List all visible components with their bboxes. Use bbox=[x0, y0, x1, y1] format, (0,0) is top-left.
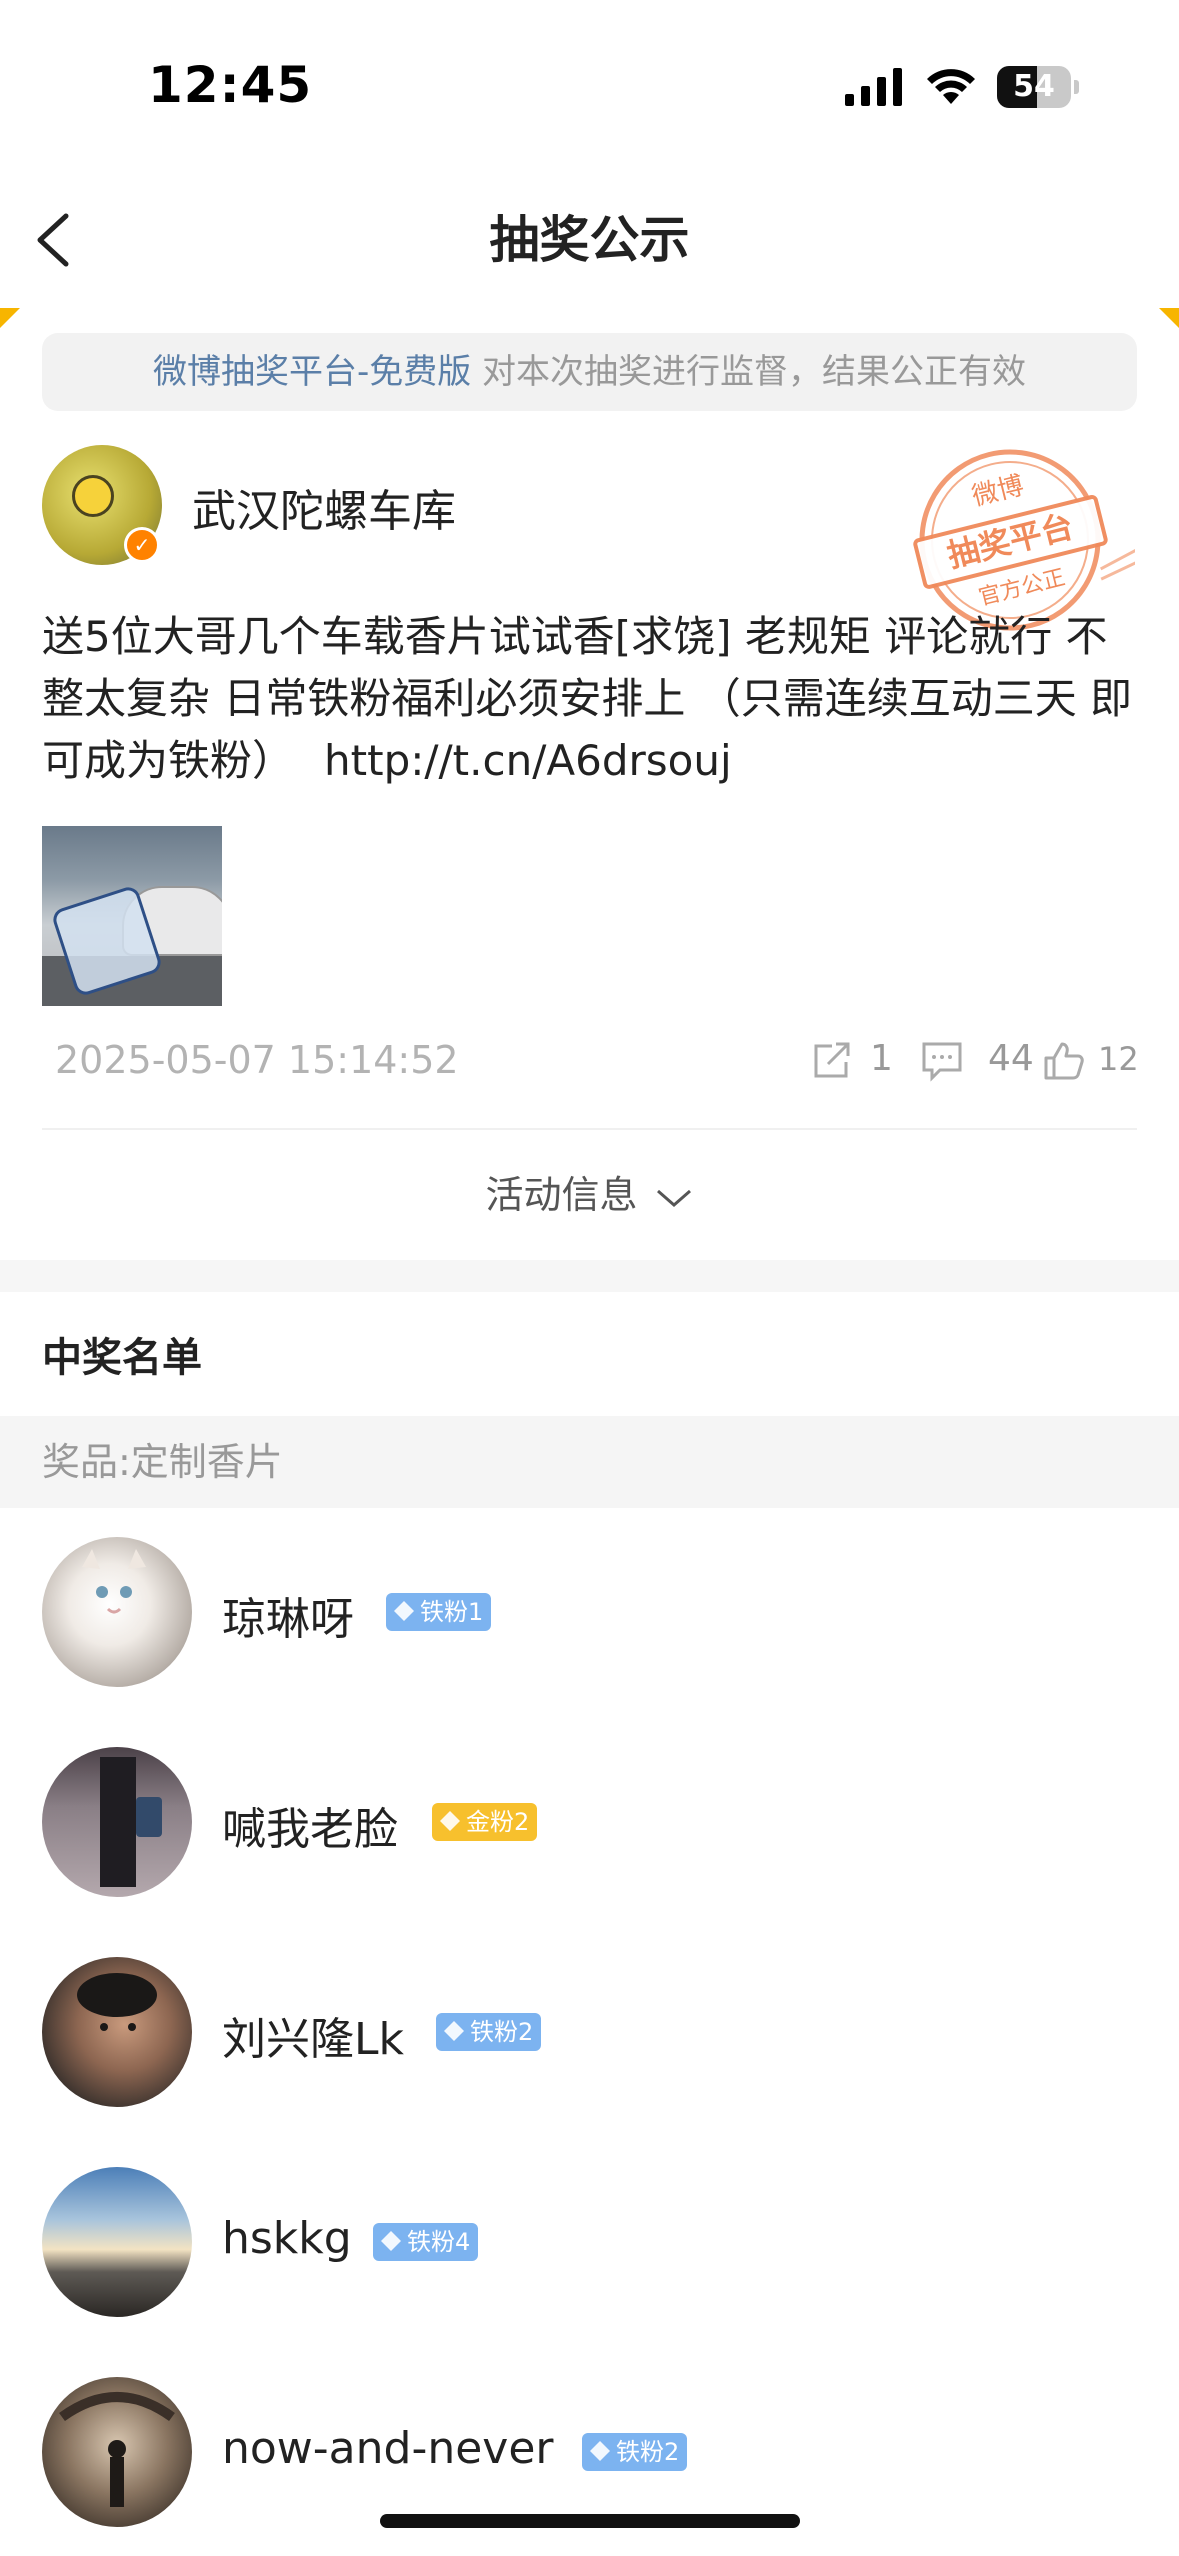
verified-icon: ✓ bbox=[124, 527, 160, 563]
accent-corner bbox=[0, 308, 20, 328]
winner-row[interactable]: now-and-never 铁粉2 bbox=[0, 2377, 1179, 2527]
winner-name[interactable]: 琼琳呀 bbox=[222, 1583, 354, 1647]
like-count: 12 bbox=[1098, 1040, 1139, 1078]
fan-badge: 铁粉1 bbox=[386, 1593, 492, 1631]
chevron-down-icon bbox=[656, 1189, 691, 1207]
diamond-icon bbox=[440, 1811, 460, 1831]
comment-count: 44 bbox=[988, 1038, 1034, 1079]
post-content: 送5位大哥几个车载香片试试香[求饶] 老规矩 评论就行 不整太复杂 日常铁粉福利… bbox=[42, 606, 1142, 792]
chevron-left-icon[interactable] bbox=[30, 210, 80, 270]
winner-row[interactable]: hskkg 铁粉4 bbox=[0, 2167, 1179, 2317]
author-avatar[interactable]: ✓ bbox=[42, 445, 162, 565]
winner-row[interactable]: 刘兴隆Lk 铁粉2 bbox=[0, 1957, 1179, 2107]
winner-name[interactable]: 喊我老脸 bbox=[222, 1793, 398, 1857]
status-time: 12:45 bbox=[148, 56, 313, 114]
nav-bar: 抽奖公示 bbox=[0, 170, 1179, 310]
supervision-notice: 微博抽奖平台-免费版 对本次抽奖进行监督，结果公正有效 bbox=[42, 333, 1137, 411]
avatar[interactable] bbox=[42, 2377, 192, 2527]
battery-level-text: 54 bbox=[1013, 69, 1055, 104]
avatar[interactable] bbox=[42, 1957, 192, 2107]
avatar[interactable] bbox=[42, 2167, 192, 2317]
share-icon bbox=[814, 1042, 850, 1078]
post-image[interactable] bbox=[42, 826, 222, 1006]
notice-text: 对本次抽奖进行监督，结果公正有效 bbox=[471, 352, 1027, 392]
fan-badge: 金粉2 bbox=[432, 1803, 538, 1841]
share-count: 1 bbox=[870, 1038, 893, 1079]
winner-name[interactable]: hskkg bbox=[222, 2213, 352, 2264]
thumbs-up-icon bbox=[1044, 1042, 1084, 1080]
post-timestamp: 2025-05-07 15:14:52 bbox=[55, 1038, 459, 1082]
activity-info-toggle[interactable]: 活动信息 bbox=[0, 1160, 1179, 1230]
activity-info-label: 活动信息 bbox=[485, 1173, 638, 1217]
winner-row[interactable]: 琼琳呀 铁粉1 bbox=[0, 1537, 1179, 1687]
winner-name[interactable]: 刘兴隆Lk bbox=[222, 2003, 404, 2067]
stamp-top-text: 微博 bbox=[969, 471, 1027, 513]
battery-icon: 54 bbox=[997, 66, 1079, 108]
page-title: 抽奖公示 bbox=[489, 211, 690, 269]
avatar[interactable] bbox=[42, 1747, 192, 1897]
accent-corner bbox=[1159, 308, 1179, 328]
platform-link[interactable]: 微博抽奖平台-免费版 bbox=[153, 352, 471, 392]
post-link[interactable]: http://t.cn/A6drsouj bbox=[324, 736, 732, 785]
fan-badge: 铁粉2 bbox=[436, 2013, 542, 2051]
fan-badge: 铁粉2 bbox=[582, 2433, 688, 2471]
wifi-icon bbox=[927, 69, 975, 104]
signal-icon bbox=[845, 68, 902, 106]
home-indicator[interactable] bbox=[380, 2514, 800, 2528]
fan-badge: 铁粉4 bbox=[373, 2223, 479, 2261]
prize-label: 奖品:定制香片 bbox=[0, 1416, 1179, 1508]
winner-row[interactable]: 喊我老脸 金粉2 bbox=[0, 1747, 1179, 1897]
diamond-icon bbox=[394, 1601, 414, 1621]
comment-icon bbox=[922, 1042, 962, 1082]
diamond-icon bbox=[381, 2231, 401, 2251]
diamond-icon bbox=[444, 2021, 464, 2041]
divider bbox=[42, 1128, 1137, 1130]
diamond-icon bbox=[590, 2441, 610, 2461]
lottery-announcement-page: 12:45 54 抽奖公示 微博抽奖平台-免费版 对本次抽奖进行监督，结果公正有… bbox=[0, 0, 1179, 2556]
section-divider bbox=[0, 1260, 1179, 1292]
author-name[interactable]: 武汉陀螺车库 bbox=[192, 475, 456, 539]
winner-name[interactable]: now-and-never bbox=[222, 2423, 553, 2474]
status-bar: 12:45 54 bbox=[0, 0, 1179, 170]
winners-title: 中奖名单 bbox=[42, 1335, 202, 1381]
avatar[interactable] bbox=[42, 1537, 192, 1687]
